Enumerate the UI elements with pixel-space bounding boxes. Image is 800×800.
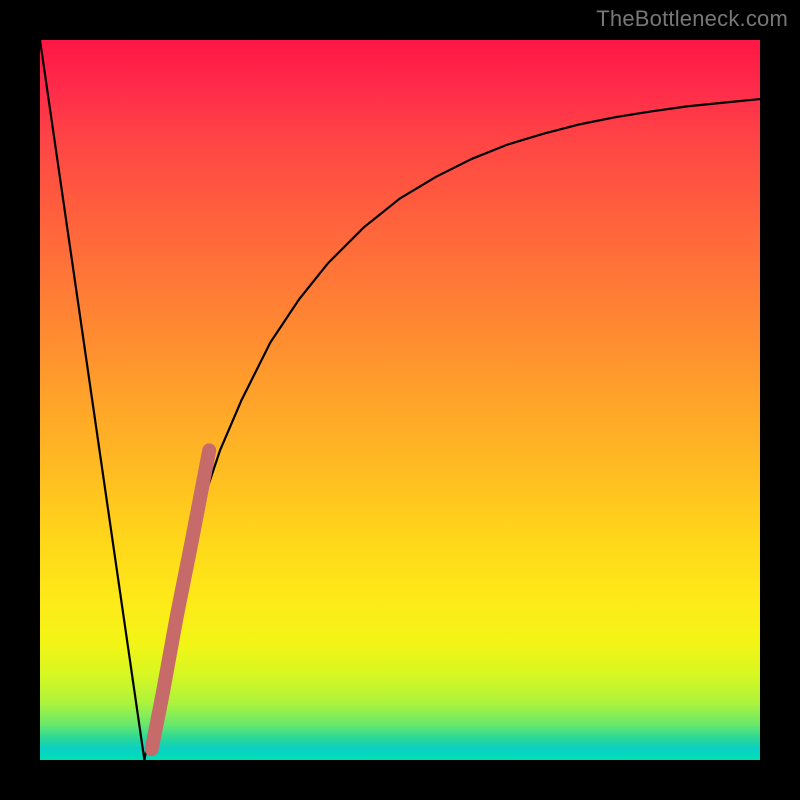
plot-area — [40, 40, 760, 760]
main-curve-path — [144, 99, 760, 760]
left-slope-path — [40, 40, 144, 760]
watermark-text: TheBottleneck.com — [596, 6, 788, 32]
chart-frame: TheBottleneck.com — [0, 0, 800, 800]
accent-segment-path — [152, 450, 210, 749]
curves-svg — [40, 40, 760, 760]
